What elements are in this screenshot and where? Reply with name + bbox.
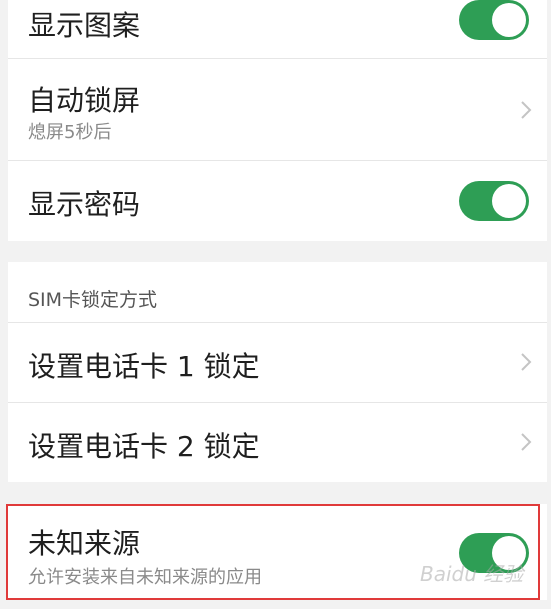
setting-label: 设置电话卡 1 锁定 bbox=[28, 350, 260, 383]
setting-value: 熄屏5秒后 bbox=[28, 122, 112, 143]
toggle-knob bbox=[492, 184, 526, 218]
setting-row-show-pattern[interactable]: 显示图案 bbox=[8, 0, 547, 58]
setting-row-sim1-lock[interactable]: 设置电话卡 1 锁定 bbox=[8, 323, 547, 402]
setting-row-auto-lock[interactable]: 自动锁屏 熄屏5秒后 bbox=[8, 59, 547, 160]
chevron-right-icon bbox=[521, 353, 532, 371]
show-pattern-toggle[interactable] bbox=[459, 0, 529, 40]
setting-label: 设置电话卡 2 锁定 bbox=[28, 430, 260, 463]
chevron-right-icon bbox=[521, 433, 532, 451]
section-label: SIM卡锁定方式 bbox=[28, 289, 158, 311]
section-sim-lock: SIM卡锁定方式 bbox=[8, 262, 547, 322]
toggle-knob bbox=[492, 3, 526, 37]
setting-label: 未知来源 bbox=[28, 527, 141, 560]
chevron-right-icon bbox=[521, 101, 532, 119]
security-settings-screen: 显示图案 自动锁屏 熄屏5秒后 显示密码 SIM卡锁定方式 设置电话卡 1 锁定… bbox=[0, 0, 551, 609]
show-password-toggle[interactable] bbox=[459, 181, 529, 221]
setting-row-show-password[interactable]: 显示密码 bbox=[8, 161, 547, 241]
setting-label: 显示图案 bbox=[28, 9, 141, 42]
watermark: Baidu 经验 bbox=[420, 562, 524, 586]
setting-row-sim2-lock[interactable]: 设置电话卡 2 锁定 bbox=[8, 403, 547, 482]
setting-description: 允许安装来自未知来源的应用 bbox=[28, 567, 262, 588]
setting-label: 自动锁屏 bbox=[28, 84, 141, 117]
setting-label: 显示密码 bbox=[28, 188, 141, 221]
